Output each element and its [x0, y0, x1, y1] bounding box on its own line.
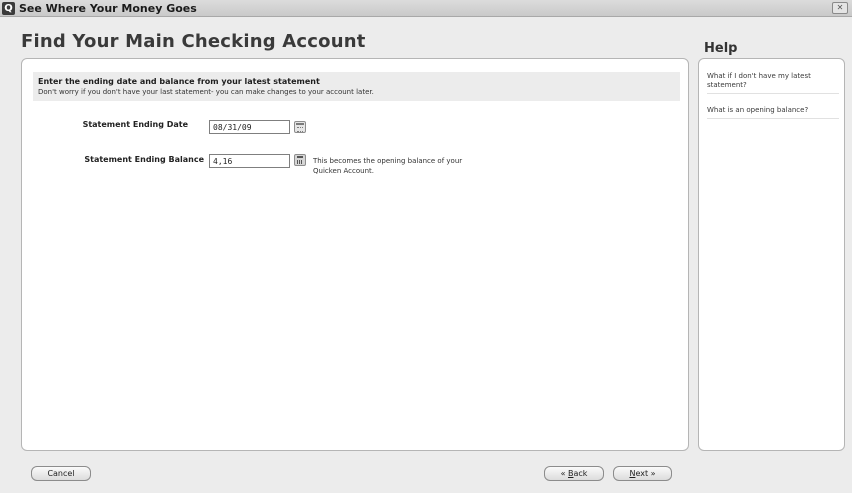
next-button[interactable]: Next » [613, 466, 672, 481]
cancel-button[interactable]: Cancel [31, 466, 91, 481]
window-title: See Where Your Money Goes [19, 2, 197, 15]
main-panel: Enter the ending date and balance from y… [21, 58, 689, 451]
statement-date-label: Statement Ending Date [82, 120, 188, 129]
quicken-logo-icon: Q [2, 2, 15, 15]
instructions-title: Enter the ending date and balance from y… [38, 77, 320, 86]
help-title: Help [704, 41, 738, 56]
calendar-icon[interactable] [294, 121, 306, 133]
next-label-suffix: » [648, 469, 656, 478]
back-label-prefix: « [560, 469, 568, 478]
page-title: Find Your Main Checking Account [21, 31, 366, 52]
help-link-opening-balance[interactable]: What is an opening balance? [707, 106, 839, 119]
instructions-subtitle: Don't worry if you don't have your last … [38, 88, 374, 96]
instructions-band: Enter the ending date and balance from y… [33, 72, 680, 101]
next-label-rest: ext [635, 469, 649, 478]
help-panel: What if I don't have my latest statement… [698, 58, 845, 451]
opening-balance-note: This becomes the opening balance of your… [313, 157, 463, 175]
statement-balance-input[interactable] [209, 154, 290, 168]
calculator-icon[interactable] [294, 154, 306, 166]
title-bar: Q See Where Your Money Goes ✕ [0, 0, 852, 17]
close-icon: ✕ [836, 3, 844, 12]
help-link-no-statement[interactable]: What if I don't have my latest statement… [707, 72, 839, 94]
back-button[interactable]: « Back [544, 466, 604, 481]
statement-date-input[interactable] [209, 120, 290, 134]
statement-balance-label: Statement Ending Balance [84, 155, 204, 164]
window-close-button[interactable]: ✕ [832, 2, 848, 14]
back-label-rest: ack [573, 469, 588, 478]
